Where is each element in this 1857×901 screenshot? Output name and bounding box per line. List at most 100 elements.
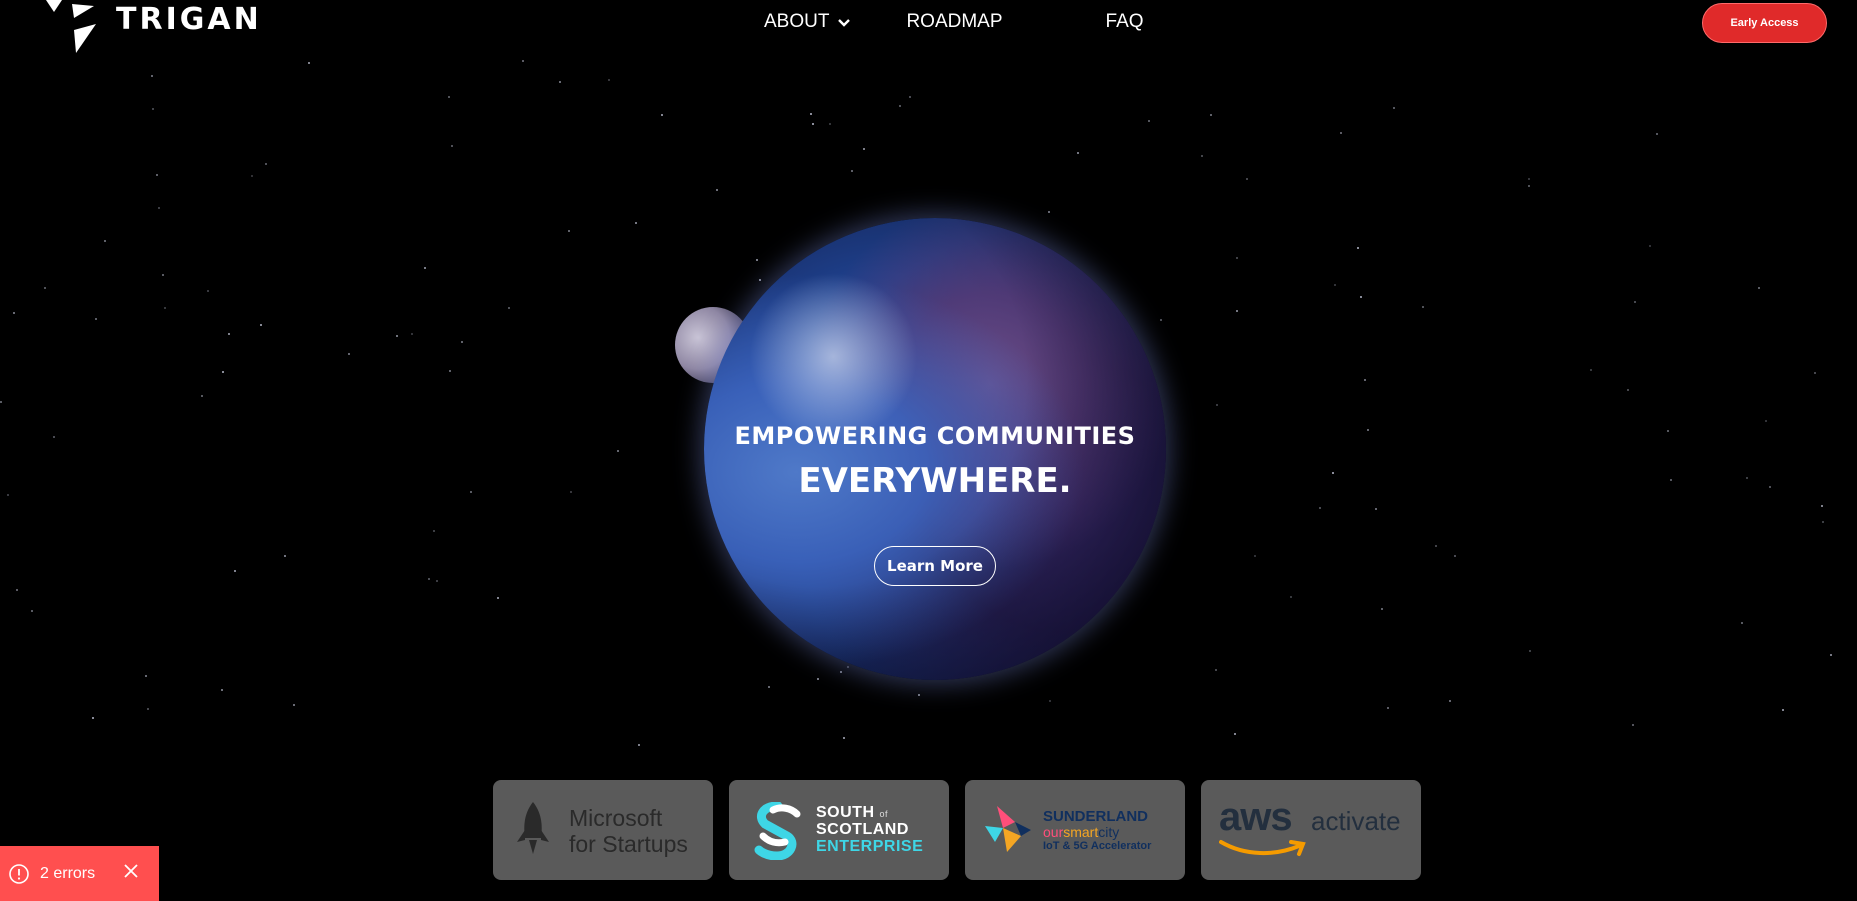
sunderland-city-text: city: [1098, 824, 1120, 840]
star: [228, 333, 230, 335]
sunderland-line3: IoT & 5G Accelerator: [1043, 840, 1152, 852]
star: [1148, 120, 1150, 122]
star: [1254, 555, 1256, 557]
star: [201, 395, 203, 397]
star: [162, 274, 164, 276]
star: [1590, 369, 1592, 371]
star: [1454, 555, 1456, 557]
star: [1246, 178, 1248, 180]
star: [635, 222, 637, 224]
star: [433, 530, 435, 532]
star: [1360, 296, 1362, 298]
aws-smile-icon: [1219, 840, 1306, 856]
star: [284, 555, 286, 557]
chevron-down-icon: [838, 11, 851, 33]
star: [847, 666, 849, 668]
scotland-line1: SOUTH of: [816, 804, 888, 822]
alert-circle-icon: [9, 863, 29, 884]
hero-title: EVERYWHERE.: [798, 461, 1072, 501]
scotland-line2: SCOTLAND: [816, 821, 909, 838]
star: [31, 610, 33, 612]
nav-about[interactable]: ABOUT: [764, 11, 851, 33]
star: [1334, 284, 1336, 286]
star: [44, 287, 46, 289]
partner-card-sunderland[interactable]: SUNDERLAND oursmartcity IoT & 5G Acceler…: [965, 780, 1185, 880]
star: [1077, 152, 1079, 154]
star: [863, 148, 865, 150]
nav-about-label: ABOUT: [764, 11, 830, 32]
star: [222, 371, 224, 373]
star: [812, 123, 814, 125]
star: [411, 333, 413, 335]
star: [424, 267, 426, 269]
star: [156, 174, 158, 176]
star: [1758, 287, 1760, 289]
star: [1822, 521, 1824, 523]
star: [1049, 700, 1051, 702]
star: [497, 597, 499, 599]
star: [1782, 709, 1784, 711]
scotland-south-text: SOUTH: [816, 804, 875, 821]
star: [449, 370, 451, 372]
star: [92, 717, 94, 719]
trigan-logo-icon: [46, 0, 96, 53]
main-nav: ABOUT ROADMAP FAQ: [764, 11, 1144, 33]
star: [1627, 389, 1629, 391]
sunderland-smart-text: smart: [1063, 824, 1099, 840]
error-toast[interactable]: 2 errors: [0, 846, 159, 901]
star: [1290, 596, 1292, 598]
nav-roadmap[interactable]: ROADMAP: [906, 11, 1002, 33]
star: [260, 324, 262, 326]
star: [164, 307, 166, 309]
sunderland-line2: oursmartcity: [1043, 824, 1119, 840]
partner-card-south-of-scotland[interactable]: SOUTH of SCOTLAND ENTERPRISE: [729, 780, 949, 880]
star: [1387, 707, 1389, 709]
star: [152, 108, 154, 110]
close-icon[interactable]: [123, 863, 139, 884]
logo-text: TRIGAN: [116, 2, 262, 37]
star: [16, 589, 18, 591]
star: [13, 312, 15, 314]
star: [147, 708, 149, 710]
partner-card-microsoft[interactable]: Microsoft for Startups: [493, 780, 713, 880]
nav-faq[interactable]: FAQ: [1106, 11, 1144, 33]
star: [1821, 505, 1823, 507]
rocket-icon: [517, 802, 549, 854]
star: [1381, 608, 1383, 610]
partner-logos: Microsoft for Startups SOUTH of SCOTLAND…: [493, 780, 1421, 880]
star: [1656, 133, 1658, 135]
star: [899, 105, 901, 107]
star: [1528, 178, 1530, 180]
star: [522, 60, 524, 62]
star: [851, 170, 853, 172]
learn-more-button[interactable]: Learn More: [874, 546, 996, 586]
partner-card-aws-activate[interactable]: aws activate: [1201, 780, 1421, 880]
star: [1649, 245, 1651, 247]
star: [1632, 724, 1634, 726]
star: [768, 686, 770, 688]
star: [508, 307, 510, 309]
microsoft-text: Microsoft for Startups: [569, 805, 688, 857]
microsoft-line1: Microsoft: [569, 805, 663, 831]
star: [451, 145, 453, 147]
star: [608, 79, 610, 81]
early-access-button[interactable]: Early Access: [1702, 3, 1827, 43]
star: [448, 96, 450, 98]
star: [1529, 650, 1531, 652]
star: [461, 341, 463, 343]
scotland-of-text: of: [879, 809, 888, 819]
star: [1234, 733, 1236, 735]
star: [308, 62, 310, 64]
star: [234, 570, 236, 572]
star: [1830, 654, 1832, 656]
star: [396, 335, 398, 337]
star: [1210, 114, 1212, 116]
trigan-logo[interactable]: TRIGAN: [44, 0, 259, 56]
star: [559, 81, 561, 83]
star: [348, 353, 350, 355]
star: [0, 401, 2, 403]
aws-logo-text: aws: [1219, 795, 1293, 839]
star: [810, 113, 812, 115]
scotland-enterprise-logo-icon: [754, 802, 801, 860]
star: [756, 259, 758, 261]
